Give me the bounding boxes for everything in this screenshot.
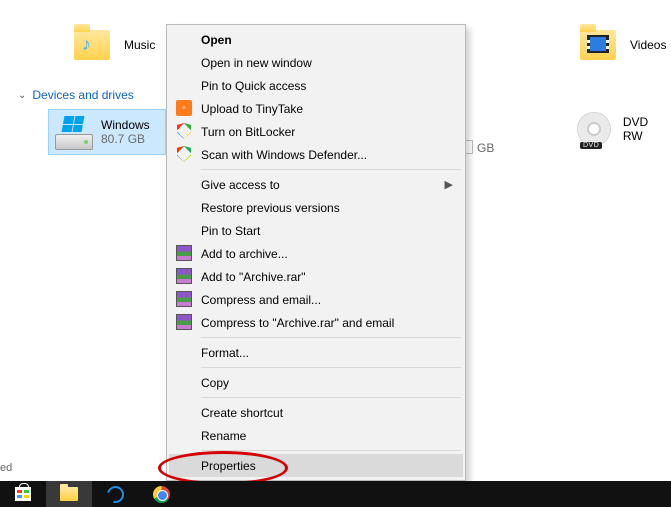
disc-icon: DVD [577,112,611,146]
ctx-add-archive[interactable]: Add to archive... [169,242,463,265]
ctx-create-shortcut[interactable]: Create shortcut [169,401,463,424]
edge-icon [103,482,126,505]
defender-icon [175,145,193,163]
taskbar-store[interactable] [0,481,46,507]
taskbar [0,481,671,507]
capacity-unit: GB [477,141,494,155]
ctx-pin-quick-access[interactable]: Pin to Quick access [169,74,463,97]
status-text: ed [0,462,12,474]
tinytake-icon: ◦ [175,99,193,117]
taskbar-edge[interactable] [92,481,138,507]
library-item-music[interactable]: ♪ Music [74,30,155,60]
ctx-bitlocker[interactable]: Turn on BitLocker [169,120,463,143]
chevron-down-icon: ⌄ [18,90,26,101]
drive-item-dvd[interactable]: DVD DVD RW [577,112,671,146]
ctx-compress-email[interactable]: Compress and email... [169,288,463,311]
windows-logo-icon [62,116,85,132]
chrome-icon [153,486,170,503]
drive-icon [55,114,93,150]
folder-label: Videos [630,38,666,52]
folder-icon [60,487,78,501]
folder-icon: ♪ [74,30,110,60]
ctx-give-access[interactable]: Give access to ▶ [169,173,463,196]
taskbar-file-explorer[interactable] [46,481,92,507]
shield-icon [175,122,193,140]
winrar-icon [175,313,193,331]
context-menu: Open Open in new window Pin to Quick acc… [166,24,466,481]
folder-label: Music [124,38,155,52]
ctx-properties[interactable]: Properties [169,454,463,477]
drive-sublabel: 80.7 GB [101,132,150,146]
library-item-videos[interactable]: Videos [580,30,666,60]
section-title: Devices and drives [32,88,133,102]
ctx-open[interactable]: Open [169,28,463,51]
drive-label: Windows [101,118,150,132]
ctx-open-new-window[interactable]: Open in new window [169,51,463,74]
ctx-upload-tinytake[interactable]: ◦ Upload to TinyTake [169,97,463,120]
ctx-rename[interactable]: Rename [169,424,463,447]
ctx-defender-scan[interactable]: Scan with Windows Defender... [169,143,463,166]
ctx-copy[interactable]: Copy [169,371,463,394]
ctx-format[interactable]: Format... [169,341,463,364]
winrar-icon [175,290,193,308]
ctx-add-archive-rar[interactable]: Add to "Archive.rar" [169,265,463,288]
winrar-icon [175,267,193,285]
winrar-icon [175,244,193,262]
section-devices-and-drives[interactable]: ⌄ Devices and drives [18,88,134,102]
ctx-pin-start[interactable]: Pin to Start [169,219,463,242]
submenu-arrow-icon: ▶ [445,178,453,191]
drive-label: DVD RW [623,115,671,143]
drive-item-windows[interactable]: Windows 80.7 GB [48,109,166,155]
store-icon [15,487,31,501]
ctx-restore-versions[interactable]: Restore previous versions [169,196,463,219]
folder-icon [580,30,616,60]
taskbar-chrome[interactable] [138,481,184,507]
ctx-compress-rar-email[interactable]: Compress to "Archive.rar" and email [169,311,463,334]
